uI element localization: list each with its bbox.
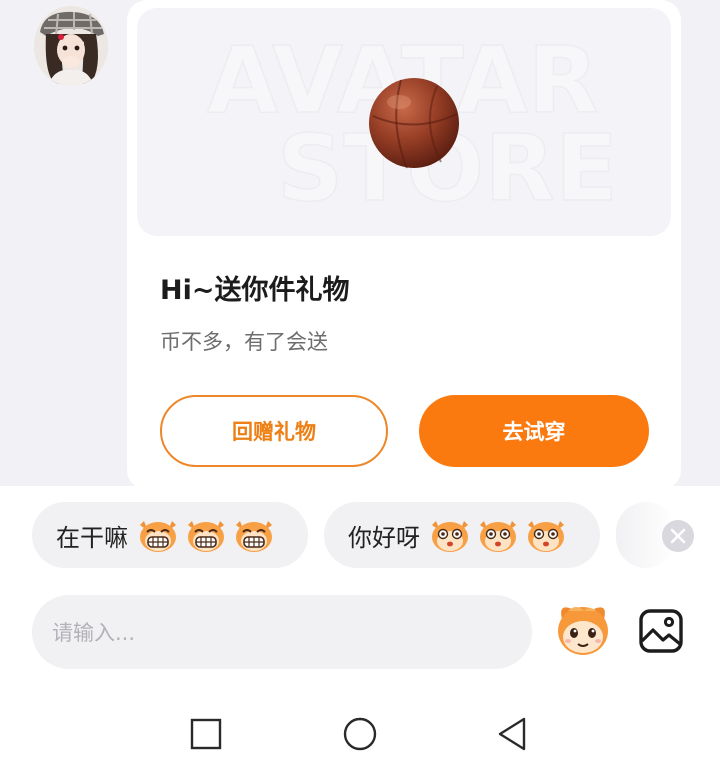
grinning-face-sticker-icon xyxy=(184,517,228,553)
home-icon[interactable] xyxy=(340,714,380,754)
recent-apps-icon[interactable] xyxy=(186,714,226,754)
system-navigation-bar xyxy=(0,700,720,773)
grinning-face-sticker-icon xyxy=(232,517,276,553)
chat-composer-panel: 在干嘛 你好呀 请输入... xyxy=(0,486,720,773)
quick-reply-text: 你好呀 xyxy=(348,523,420,552)
surprised-face-sticker-icon xyxy=(428,517,472,553)
try-on-button[interactable]: 去试穿 xyxy=(419,395,649,467)
return-gift-button[interactable]: 回赠礼物 xyxy=(160,395,388,467)
close-icon[interactable] xyxy=(662,520,694,552)
message-input-placeholder: 请输入... xyxy=(52,621,136,645)
gift-card: AVATAR STORE Hi~送你件礼物 币不多，有了会送 回赠礼物 去试穿 xyxy=(127,0,681,490)
grinning-face-sticker-icon xyxy=(136,517,180,553)
surprised-face-sticker-icon xyxy=(524,517,568,553)
surprised-face-sticker-icon xyxy=(476,517,520,553)
gift-card-title: Hi~送你件礼物 xyxy=(160,275,350,306)
image-icon[interactable] xyxy=(638,608,684,654)
mascot-sticker-icon[interactable] xyxy=(554,599,612,659)
basketball-gift-icon xyxy=(369,78,459,169)
back-icon[interactable] xyxy=(492,714,532,754)
card-banner: AVATAR STORE xyxy=(137,8,671,236)
quick-reply-chip[interactable]: 你好呀 xyxy=(324,502,600,568)
gift-card-subtitle: 币不多，有了会送 xyxy=(160,330,328,354)
quick-reply-chip[interactable]: 在干嘛 xyxy=(32,502,308,568)
message-input[interactable]: 请输入... xyxy=(32,595,532,669)
quick-reply-text: 在干嘛 xyxy=(56,523,128,552)
profile-avatar-image xyxy=(34,6,108,86)
avatar[interactable] xyxy=(34,6,108,86)
